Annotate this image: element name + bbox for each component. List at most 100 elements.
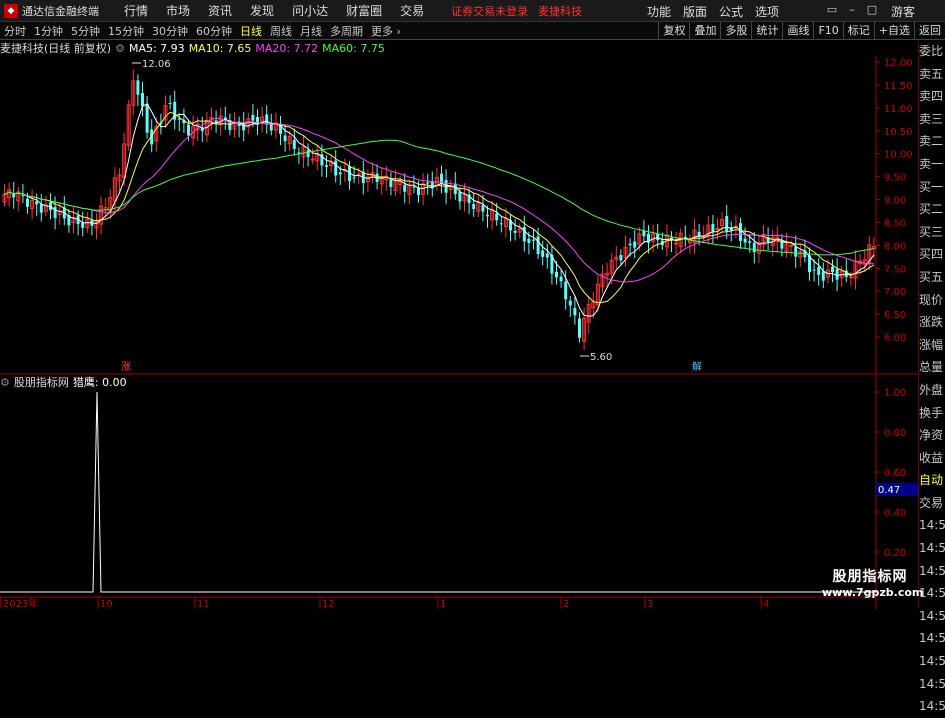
kline-chart[interactable]: 12.0011.5011.0010.5010.009.509.008.508.0… bbox=[0, 40, 918, 609]
menu-layout[interactable]: 版面 bbox=[677, 3, 713, 20]
x-tick-label: 12 bbox=[322, 599, 335, 609]
candles-layer bbox=[2, 69, 876, 351]
stock-name-link[interactable]: 麦捷科技 bbox=[538, 3, 582, 19]
tool-mark[interactable]: 标记 bbox=[842, 22, 874, 39]
period-5min[interactable]: 5分钟 bbox=[67, 23, 104, 39]
tool-back[interactable]: 返回 bbox=[914, 22, 945, 39]
candle-body-down bbox=[453, 183, 457, 195]
tool-overlay[interactable]: 叠加 bbox=[689, 22, 720, 39]
trade-login-notice[interactable]: 证券交易未登录 bbox=[451, 3, 528, 19]
menu-item-ask[interactable]: 问小达 bbox=[283, 2, 337, 19]
menu-item-markets[interactable]: 市场 bbox=[157, 2, 199, 19]
side-panel-label: 自动 bbox=[919, 473, 944, 488]
period-intraday[interactable]: 分时 bbox=[0, 23, 30, 39]
ind-tick-label: 0.20 bbox=[884, 548, 906, 559]
period-60min[interactable]: 60分钟 bbox=[192, 23, 236, 39]
candle-body-down bbox=[564, 281, 568, 300]
marker-rise[interactable]: 涨 bbox=[121, 361, 131, 373]
y-tick-label: 10.00 bbox=[884, 150, 913, 161]
candle-body-up bbox=[674, 242, 679, 245]
high-price-label: 12.06 bbox=[142, 59, 171, 70]
period-monthly[interactable]: 月线 bbox=[296, 23, 326, 39]
candle-body-down bbox=[338, 172, 342, 175]
restore-icon[interactable]: ▭ bbox=[824, 2, 840, 17]
indicator-grid: 1.00 0.80 0.60 0.40 0.20 bbox=[876, 388, 906, 559]
side-panel-label: 委比 bbox=[919, 44, 944, 58]
menu-item-trade[interactable]: 交易 bbox=[391, 2, 433, 19]
candle-body-down bbox=[545, 253, 549, 258]
side-panel-label: 净资 bbox=[919, 428, 944, 443]
minimize-icon[interactable]: – bbox=[844, 2, 860, 17]
side-panel-label: 14:56 bbox=[919, 631, 945, 646]
period-30min[interactable]: 30分钟 bbox=[148, 23, 192, 39]
menu-item-wealth[interactable]: 财富圈 bbox=[337, 2, 391, 19]
tool-stats[interactable]: 统计 bbox=[751, 22, 782, 39]
watermark-line1: 股朋指标网 bbox=[832, 569, 908, 585]
candle-body-down bbox=[559, 276, 563, 282]
period-1min[interactable]: 1分钟 bbox=[30, 23, 67, 39]
tool-f10[interactable]: F10 bbox=[813, 22, 842, 39]
tool-adjust[interactable]: 复权 bbox=[658, 22, 689, 39]
candle-body-down bbox=[536, 236, 540, 255]
menu-options[interactable]: 选项 bbox=[749, 3, 785, 20]
candle-body-down bbox=[53, 206, 57, 218]
indicator-settings-icon[interactable]: ⚙ bbox=[0, 376, 10, 389]
window-controls: ▭ – □ bbox=[824, 2, 880, 17]
maximize-icon[interactable]: □ bbox=[864, 2, 880, 17]
ind-tick-label: 1.00 bbox=[884, 388, 906, 399]
ind-tick-label: 0.60 bbox=[884, 468, 906, 479]
period-more-label: 更多 bbox=[371, 24, 393, 38]
period-15min[interactable]: 15分钟 bbox=[104, 23, 148, 39]
side-panel-label: 卖五 bbox=[919, 66, 944, 81]
menu-item-discover[interactable]: 发现 bbox=[241, 2, 283, 19]
side-panel-label: 卖一 bbox=[919, 156, 944, 171]
menu-formula[interactable]: 公式 bbox=[713, 3, 749, 20]
candle-body-down bbox=[739, 223, 742, 241]
y-axis-grid: 12.00 11.50 11.00 10.50 10.00 9.50 9.00 8.50 8.0… bbox=[876, 58, 913, 344]
side-panel-label: 卖二 bbox=[919, 134, 944, 149]
low-price-label: 5.60 bbox=[590, 352, 612, 363]
candle-body-down bbox=[794, 246, 798, 257]
candle-body-down bbox=[145, 103, 149, 133]
side-panel-label: 换手 bbox=[919, 405, 944, 420]
candle-body-down bbox=[817, 267, 821, 275]
indicator-current-value: 0.47 bbox=[878, 485, 900, 496]
tool-add-watchlist[interactable]: +自选 bbox=[873, 22, 914, 39]
period-weekly[interactable]: 周线 bbox=[266, 23, 296, 39]
candle-body-down bbox=[458, 191, 462, 202]
side-panel-label: 买一 bbox=[919, 179, 944, 194]
chevron-right-icon: › bbox=[396, 24, 401, 38]
side-panel-label: 14:56 bbox=[919, 654, 945, 669]
indicator-spike-line bbox=[0, 391, 876, 593]
candle-body-down bbox=[177, 118, 181, 120]
y-tick-label: 7.50 bbox=[884, 264, 906, 275]
candle-body-down bbox=[752, 242, 756, 253]
candle-body-down bbox=[352, 177, 356, 179]
period-more[interactable]: 更多 › bbox=[367, 23, 405, 39]
menu-function[interactable]: 功能 bbox=[641, 3, 677, 20]
period-daily[interactable]: 日线 bbox=[236, 23, 266, 39]
candle-body-down bbox=[481, 205, 485, 212]
candle-body-down bbox=[499, 223, 503, 225]
menu-item-market[interactable]: 行情 bbox=[115, 2, 157, 19]
candle-body-down bbox=[306, 150, 310, 158]
side-panel-label: 涨跌 bbox=[919, 315, 944, 330]
site-watermark: 股朋指标网 www.7gpzb.com bbox=[822, 566, 923, 606]
candle-body-down bbox=[513, 230, 517, 233]
candle-body-down bbox=[495, 213, 499, 221]
tool-multi-stock[interactable]: 多股 bbox=[720, 22, 751, 39]
y-tick-label: 9.00 bbox=[884, 196, 906, 207]
candle-body-down bbox=[748, 241, 752, 243]
guest-account[interactable]: 游客 bbox=[891, 3, 915, 20]
tool-draw[interactable]: 画线 bbox=[782, 22, 813, 39]
candle-body-down bbox=[619, 255, 623, 261]
candle-body-down bbox=[26, 198, 29, 207]
candle-body-down bbox=[334, 160, 338, 176]
menu-item-news[interactable]: 资讯 bbox=[199, 2, 241, 19]
marker-unlock[interactable]: 解 bbox=[692, 360, 702, 373]
period-multi[interactable]: 多周期 bbox=[326, 23, 367, 39]
candle-body-up bbox=[310, 158, 315, 161]
y-tick-label: 6.00 bbox=[884, 333, 906, 344]
candle-body-down bbox=[831, 266, 834, 273]
candle-body-down bbox=[472, 204, 476, 209]
